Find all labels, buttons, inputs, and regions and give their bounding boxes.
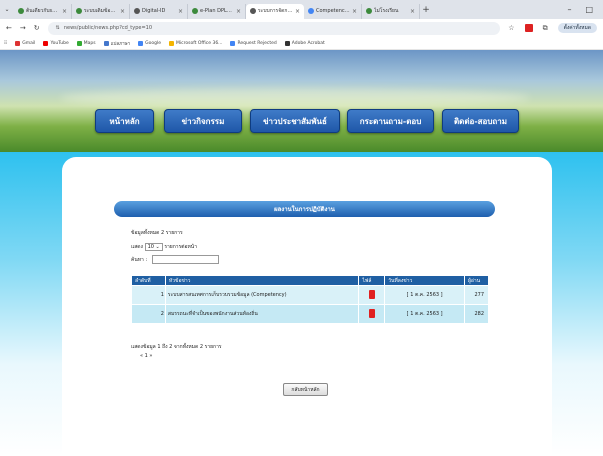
browser-tab[interactable]: ไม่โรงเรียน × (362, 3, 420, 19)
column-header: หัวข้อข่าว (164, 275, 360, 286)
per-page-suffix: รายการต่อหน้า (164, 244, 198, 250)
url-field[interactable]: ⇅ news/public/news.php?cd_type=10 (47, 21, 501, 35)
site-header-banner (0, 50, 603, 152)
read-count: 282 (464, 304, 489, 324)
column-header: ลำดับที่ (131, 275, 166, 286)
bookmark-item[interactable]: YouTube (43, 40, 69, 46)
bookmark-item[interactable]: Microsoft Office 36... (168, 40, 222, 46)
browser-tab-active[interactable]: ระบบการจัดการเว็บไซ× (246, 3, 304, 19)
site-favicon-icon (76, 8, 82, 14)
minimize-icon[interactable]: – (567, 5, 571, 14)
search-label: ค้นหา : (131, 257, 148, 263)
read-count: 277 (464, 285, 489, 305)
browser-tab[interactable]: Competency สรรถน× (304, 3, 362, 19)
show-label: แสดง (131, 244, 143, 250)
bookmark-item[interactable]: Maps (76, 40, 96, 46)
pdf-file-icon[interactable] (368, 308, 375, 318)
back-home-button[interactable]: กลับหน้าหลัก (283, 383, 328, 396)
bookmark-item[interactable]: Gmail (15, 40, 35, 46)
site-favicon-icon (366, 8, 372, 14)
site-favicon-icon (134, 8, 140, 14)
close-tab-icon[interactable]: × (178, 8, 183, 15)
tab-search-icon[interactable]: ⌄ (0, 6, 14, 13)
site-favicon-icon (18, 8, 24, 14)
apps-grid-icon[interactable]: ⠿ (4, 41, 7, 46)
pdf-file-icon[interactable] (368, 289, 375, 299)
new-tab-icon[interactable]: + (420, 5, 432, 15)
browser-tab-bar: ⌄ ต้นเดียวกับsuna× ระบบเดิมข้อมูลร่วมส× … (0, 0, 603, 19)
address-bar: ← → ↻ ⇅ news/public/news.php?cd_type=10 … (0, 19, 603, 37)
column-header: ผู้อ่าน (464, 275, 489, 286)
close-tab-icon[interactable]: × (295, 8, 300, 15)
close-tab-icon[interactable]: × (352, 8, 357, 15)
bookmark-star-icon[interactable]: ☆ (508, 24, 514, 32)
extensions-icon[interactable]: ⧉ (543, 24, 548, 33)
nav-contact-button[interactable]: ติดต่อ-สอบถาม (442, 109, 519, 133)
column-header: วันที่ลงข่าว (384, 275, 465, 286)
total-count-label: ข้อมูลทั้งหมด 2 รายการ (131, 230, 183, 236)
per-page-select[interactable]: 10 ⌄ (144, 243, 163, 251)
bookmark-item[interactable]: Google (138, 40, 161, 46)
news-date: [ 1 ต.ค. 2563 ] (384, 285, 465, 305)
nav-pr-button[interactable]: ข่าวประชาสัมพันธ์ (250, 109, 340, 133)
pagination[interactable]: « 1 » (140, 353, 152, 359)
column-header: ไฟล์ (358, 275, 386, 286)
google-favicon-icon (308, 8, 314, 14)
bookmark-item[interactable]: แปลภาษา (103, 40, 130, 47)
forward-icon[interactable]: → (20, 24, 26, 32)
table-row: 2 สมรรถนะที่จำเป็นของพนักงานส่วนท้องถิ่น… (131, 304, 489, 324)
site-info-icon[interactable]: ⇅ (56, 25, 60, 31)
nav-activities-button[interactable]: ข่าวกิจกรรม (164, 109, 242, 133)
close-tab-icon[interactable]: × (62, 8, 67, 15)
close-tab-icon[interactable]: × (236, 8, 241, 15)
close-tab-icon[interactable]: × (410, 8, 415, 15)
site-favicon-icon (250, 8, 256, 14)
browser-tab[interactable]: e-Plan DPLAN66-H× (188, 3, 246, 19)
news-title-link[interactable]: ระบบสารสนเทศการเก็บรวบรวมข้อมูล (Compete… (164, 285, 360, 305)
search-input[interactable] (151, 255, 219, 264)
bookmark-item[interactable]: Request Rejected (230, 40, 277, 46)
pdf-extension-icon[interactable] (524, 24, 533, 32)
browser-tab[interactable]: ต้นเดียวกับsuna × (14, 3, 72, 19)
maximize-icon[interactable]: □ (585, 5, 593, 14)
row-number: 2 (131, 304, 166, 324)
profile-button[interactable]: ตั้งค่าทั้งหมด (557, 23, 597, 33)
row-number: 1 (131, 285, 166, 305)
reload-icon[interactable]: ↻ (34, 24, 40, 32)
browser-tab[interactable]: ระบบเดิมข้อมูลร่วมส× (72, 3, 130, 19)
section-title: ผลงานในการปฏิบัติงาน (114, 201, 495, 217)
close-tab-icon[interactable]: × (120, 8, 125, 15)
browser-tab[interactable]: Digital-ID × (130, 3, 188, 19)
news-table: ลำดับที่ หัวข้อข่าว ไฟล์ วันที่ลงข่าว ผู… (131, 275, 489, 324)
nav-home-button[interactable]: หน้าหลัก (95, 109, 154, 133)
table-row: 1 ระบบสารสนเทศการเก็บรวบรวมข้อมูล (Compe… (131, 285, 489, 305)
news-title-link[interactable]: สมรรถนะที่จำเป็นของพนักงานส่วนท้องถิ่น (164, 304, 360, 324)
news-date: [ 1 ต.ค. 2563 ] (384, 304, 465, 324)
bookmark-item[interactable]: Adobe Acrobat (284, 40, 325, 46)
bookmarks-bar: ⠿ Gmail YouTube Maps แปลภาษา Google Micr… (0, 37, 603, 50)
nav-board-button[interactable]: กระดานถาม-ตอบ (347, 109, 434, 133)
results-summary: แสดงข้อมูล 1 ถึง 2 จากทั้งหมด 2 รายการ (131, 344, 222, 350)
site-favicon-icon (192, 8, 198, 14)
back-icon[interactable]: ← (6, 24, 12, 32)
